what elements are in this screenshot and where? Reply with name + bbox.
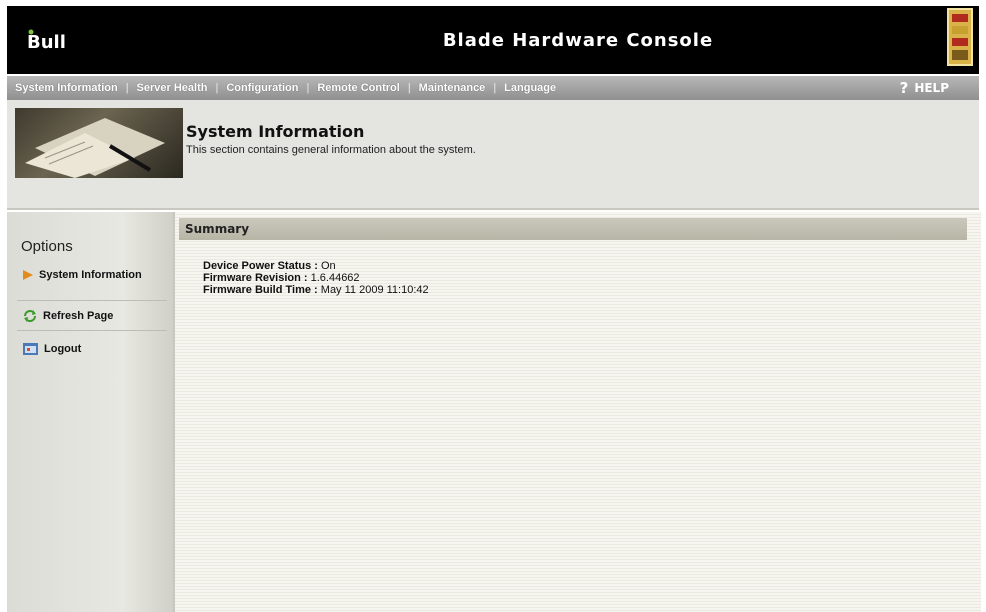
page-title: System Information bbox=[186, 122, 365, 141]
sidebar-item-label: Logout bbox=[44, 343, 82, 355]
nav-server-health[interactable]: Server Health bbox=[129, 82, 216, 94]
field-value: May 11 2009 11:10:42 bbox=[320, 284, 429, 296]
field-label: Device Power Status : bbox=[203, 260, 318, 272]
sidebar-item-system-information[interactable]: System Information bbox=[23, 269, 142, 281]
info-row-firmware-build-time: Firmware Build Time : May 11 2009 11:10:… bbox=[203, 284, 429, 296]
info-row-firmware-revision: Firmware Revision : 1.6.44662 bbox=[203, 272, 360, 284]
nav-configuration[interactable]: Configuration bbox=[218, 82, 306, 94]
help-icon: ? bbox=[899, 79, 909, 97]
app-title: Blade Hardware Console bbox=[442, 30, 714, 51]
field-label: Firmware Revision : bbox=[203, 272, 308, 284]
options-title: Options bbox=[21, 238, 73, 255]
nav-language[interactable]: Language bbox=[496, 82, 564, 94]
top-header: Bull Blade Hardware Console bbox=[7, 6, 979, 74]
help-label: HELP bbox=[914, 81, 949, 95]
field-label: Firmware Build Time : bbox=[203, 284, 318, 296]
page-description: This section contains general informatio… bbox=[186, 144, 476, 156]
field-value: 1.6.44662 bbox=[310, 272, 360, 284]
options-sidebar: Options System Information Refresh Page … bbox=[7, 212, 173, 612]
arrow-right-icon bbox=[23, 270, 33, 280]
section-header: System Information This section contains… bbox=[7, 100, 979, 210]
help-button[interactable]: ? HELP bbox=[900, 79, 949, 97]
field-value: On bbox=[321, 260, 336, 272]
divider bbox=[17, 300, 167, 301]
summary-title: Summary bbox=[185, 222, 250, 236]
sidebar-item-label: Refresh Page bbox=[43, 310, 114, 322]
sidebar-item-refresh-page[interactable]: Refresh Page bbox=[23, 309, 113, 323]
refresh-icon bbox=[24, 310, 36, 322]
summary-header: Summary bbox=[179, 218, 967, 240]
nav-maintenance[interactable]: Maintenance bbox=[411, 82, 494, 94]
sidebar-item-label: System Information bbox=[39, 269, 142, 281]
documents-photo bbox=[15, 108, 183, 178]
logout-icon bbox=[23, 343, 38, 355]
divider bbox=[17, 330, 167, 331]
info-row-power-status: Device Power Status : On bbox=[203, 260, 336, 272]
sidebar-item-logout[interactable]: Logout bbox=[23, 343, 81, 355]
main-content: Summary Device Power Status : On Firmwar… bbox=[173, 212, 981, 612]
nav-remote-control[interactable]: Remote Control bbox=[309, 82, 408, 94]
nav-system-information[interactable]: System Information bbox=[7, 82, 126, 94]
crest-icon bbox=[947, 8, 973, 66]
main-nav: System Information | Server Health | Con… bbox=[7, 76, 979, 100]
